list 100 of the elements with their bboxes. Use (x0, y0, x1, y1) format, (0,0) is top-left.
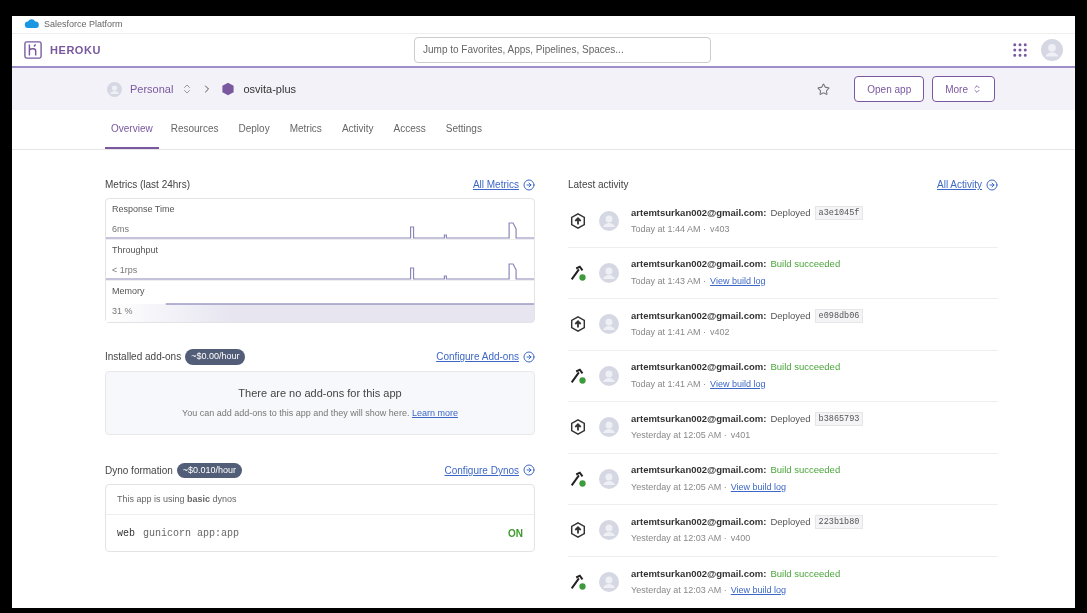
activity-time: Yesterday at 12:03 AM · (631, 584, 727, 598)
user-avatar (599, 417, 619, 438)
user-avatar (599, 468, 619, 489)
metric-name: Memory (112, 285, 145, 298)
build-log-link[interactable]: View build log (710, 274, 766, 289)
release-version: v403 (710, 223, 730, 237)
dyno-note: This app is using basic dynos (117, 492, 237, 506)
activity-user: artemtsurkan002@gmail.com: (631, 411, 767, 426)
team-avatar-icon (107, 81, 122, 97)
activity-time: Yesterday at 12:03 AM · (631, 532, 727, 546)
commit-hash[interactable]: a3e1045f (814, 205, 864, 221)
user-avatar (599, 572, 619, 593)
upload-hexagon-icon (569, 212, 587, 231)
nav-tab[interactable]: Resources (162, 110, 227, 149)
user-avatar (1041, 38, 1063, 61)
nav-tab[interactable]: Activity (333, 110, 382, 149)
nav-tab[interactable]: Deploy (230, 110, 278, 149)
activity-time: Today at 1:41 AM · (631, 326, 707, 340)
dyno-type: web (117, 526, 135, 541)
logo-text: HEROKU (50, 42, 101, 58)
section-title: Dyno formation (105, 463, 173, 478)
header-button[interactable]: Open app (854, 76, 925, 102)
build-log-link[interactable]: View build log (710, 377, 766, 392)
metric-name: Response Time (112, 203, 175, 216)
activity-user: artemtsurkan002@gmail.com: (631, 257, 767, 272)
section-title: Metrics (last 24hrs) (105, 178, 190, 192)
dropdown-icon (972, 84, 982, 94)
build-log-link[interactable]: View build log (730, 480, 787, 495)
activity-user: artemtsurkan002@gmail.com: (631, 308, 767, 323)
dyno-command: gunicorn app:app (143, 526, 240, 541)
nav-tab[interactable]: Settings (437, 110, 490, 149)
section-link[interactable]: All Activity (937, 177, 998, 192)
activity-action: Build succeeded (770, 257, 841, 272)
learn-more-link[interactable]: Learn more (411, 407, 458, 418)
activity-user: artemtsurkan002@gmail.com: (631, 205, 767, 220)
empty-text: You can add add-ons to this app and they will show here. (182, 407, 410, 418)
favorite-star-icon[interactable] (817, 82, 831, 96)
arrow-circle-icon (523, 178, 535, 191)
arrow-circle-icon (523, 464, 535, 477)
platform-label: Salesforce Platform (44, 17, 123, 31)
hexagon-icon (221, 82, 236, 96)
activity-user: artemtsurkan002@gmail.com: (631, 360, 767, 375)
user-avatar (599, 262, 619, 283)
hammer-check-icon (569, 469, 587, 488)
activity-action: Build succeeded (770, 360, 841, 375)
cloud-logo-icon (24, 19, 40, 30)
upload-hexagon-icon (569, 521, 587, 540)
activity-action: Deployed (770, 514, 811, 529)
release-version: v402 (710, 326, 730, 340)
section-title: Installed add-ons (105, 350, 182, 365)
dyno-status: ON (508, 526, 523, 541)
metric-value: 6ms (112, 222, 129, 236)
apps-grid-icon[interactable] (1011, 40, 1029, 59)
activity-user: artemtsurkan002@gmail.com: (631, 463, 767, 478)
release-version: v401 (730, 429, 751, 443)
activity-action: Deployed (770, 205, 811, 220)
section-link[interactable]: Configure Dynos (444, 462, 535, 478)
heroku-logo-icon (24, 40, 42, 59)
activity-user: artemtsurkan002@gmail.com: (631, 514, 767, 529)
activity-action: Deployed (770, 411, 811, 426)
user-avatar (599, 314, 619, 335)
header-button[interactable]: More (932, 76, 995, 102)
upload-hexagon-icon (569, 315, 587, 334)
activity-action: Build succeeded (770, 566, 841, 581)
commit-hash[interactable]: e098db06 (814, 308, 864, 324)
nav-tab[interactable]: Metrics (281, 110, 330, 149)
search-field[interactable]: Jump to Favorites, Apps, Pipelines, Spaces... (414, 36, 711, 63)
release-version: v400 (730, 532, 751, 546)
section-link[interactable]: All Metrics (472, 177, 535, 192)
section-title: Latest activity (568, 178, 629, 192)
activity-time: Yesterday at 12:05 AM · (631, 429, 727, 443)
activity-time: Today at 1:41 AM · (631, 377, 707, 391)
arrow-circle-icon (986, 178, 998, 191)
user-avatar (599, 520, 619, 541)
hammer-check-icon (569, 366, 587, 385)
nav-tab[interactable]: Overview (105, 110, 159, 149)
activity-time: Today at 1:43 AM · (631, 274, 707, 288)
activity-action: Deployed (770, 308, 811, 323)
hammer-check-icon (569, 573, 587, 592)
user-avatar (599, 365, 619, 386)
price-badge: ~$0.010/hour (176, 462, 243, 478)
breadcrumb-link[interactable]: Personal (130, 80, 174, 98)
hammer-check-icon (569, 263, 587, 282)
build-log-link[interactable]: View build log (730, 584, 787, 598)
commit-hash[interactable]: b3865793 (814, 411, 864, 427)
metric-name: Throughput (112, 244, 159, 257)
section-link[interactable]: Configure Add-ons (436, 349, 535, 365)
activity-user: artemtsurkan002@gmail.com: (631, 566, 767, 581)
arrow-circle-icon (523, 350, 535, 363)
activity-action: Build succeeded (770, 463, 841, 478)
breadcrumb-link[interactable]: osvita-plus (243, 80, 296, 98)
price-badge: ~$0.00/hour (185, 349, 246, 365)
nav-tab[interactable]: Access (385, 110, 434, 149)
metric-value: < 1rps (112, 263, 138, 277)
empty-title: There are no add-ons for this app (238, 386, 402, 401)
commit-hash[interactable]: 223b1b80 (814, 514, 864, 530)
activity-time: Today at 1:44 AM · (631, 223, 707, 237)
activity-time: Yesterday at 12:05 AM · (631, 480, 727, 494)
metric-value: 31 % (112, 304, 133, 318)
upload-hexagon-icon (569, 418, 587, 437)
